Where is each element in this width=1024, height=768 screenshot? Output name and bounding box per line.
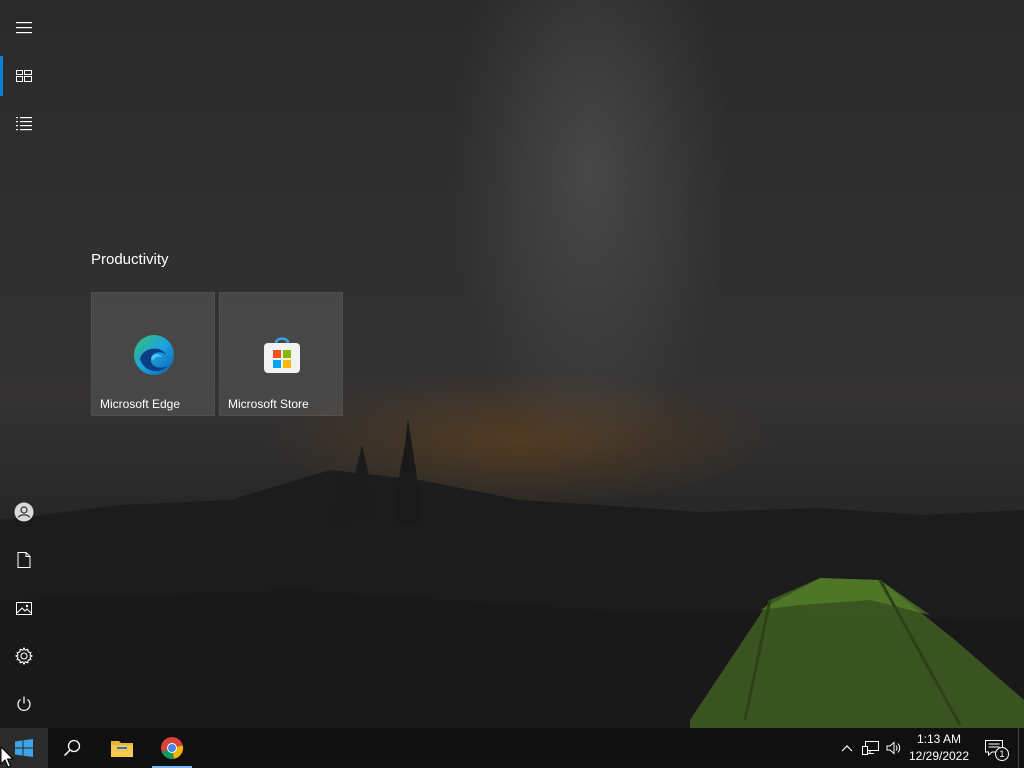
volume-button[interactable] [884,728,904,768]
document-icon [17,552,31,568]
taskbar-file-explorer[interactable] [98,728,146,768]
list-icon [16,117,32,131]
power-button[interactable] [0,680,48,728]
notification-count-badge: 1 [995,747,1009,761]
pinned-tiles-button[interactable] [0,52,48,100]
store-icon [264,337,300,373]
network-button[interactable] [861,728,881,768]
taskbar: 1:13 AM 12/29/2022 1 [0,728,1024,768]
gear-icon [15,647,33,665]
volume-icon [886,741,901,755]
start-menu-rail [0,0,48,728]
show-desktop-button[interactable] [1018,728,1024,768]
clock-button[interactable]: 1:13 AM 12/29/2022 [906,728,972,768]
taskbar-google-chrome[interactable] [148,728,196,768]
user-icon [14,502,34,522]
windows-logo-icon [15,739,33,757]
chevron-up-icon [841,745,853,752]
search-icon [63,739,81,757]
pictures-button[interactable] [0,584,48,632]
tile-label: Microsoft Store [228,397,309,411]
folder-icon [111,741,133,757]
clock-time: 1:13 AM [916,732,962,746]
show-hidden-icons-button[interactable] [838,728,856,768]
mouse-cursor-icon [0,746,14,768]
network-icon [862,741,879,755]
pictures-icon [16,601,32,615]
tile-microsoft-store[interactable]: Microsoft Store [219,292,343,416]
edge-icon [134,335,174,375]
action-center-button[interactable]: 1 [978,728,1010,768]
tiles-icon [16,70,32,82]
tile-group-title: Productivity [91,251,169,268]
expand-button[interactable] [0,4,48,52]
documents-button[interactable] [0,536,48,584]
tile-label: Microsoft Edge [100,397,181,411]
all-apps-button[interactable] [0,100,48,148]
tile-microsoft-edge[interactable]: Microsoft Edge [91,292,215,416]
account-button[interactable] [0,488,48,536]
power-icon [17,696,31,711]
clock-date: 12/29/2022 [908,749,970,763]
settings-button[interactable] [0,632,48,680]
search-button[interactable] [48,728,96,768]
chrome-icon [161,737,184,759]
hamburger-icon [16,22,32,34]
